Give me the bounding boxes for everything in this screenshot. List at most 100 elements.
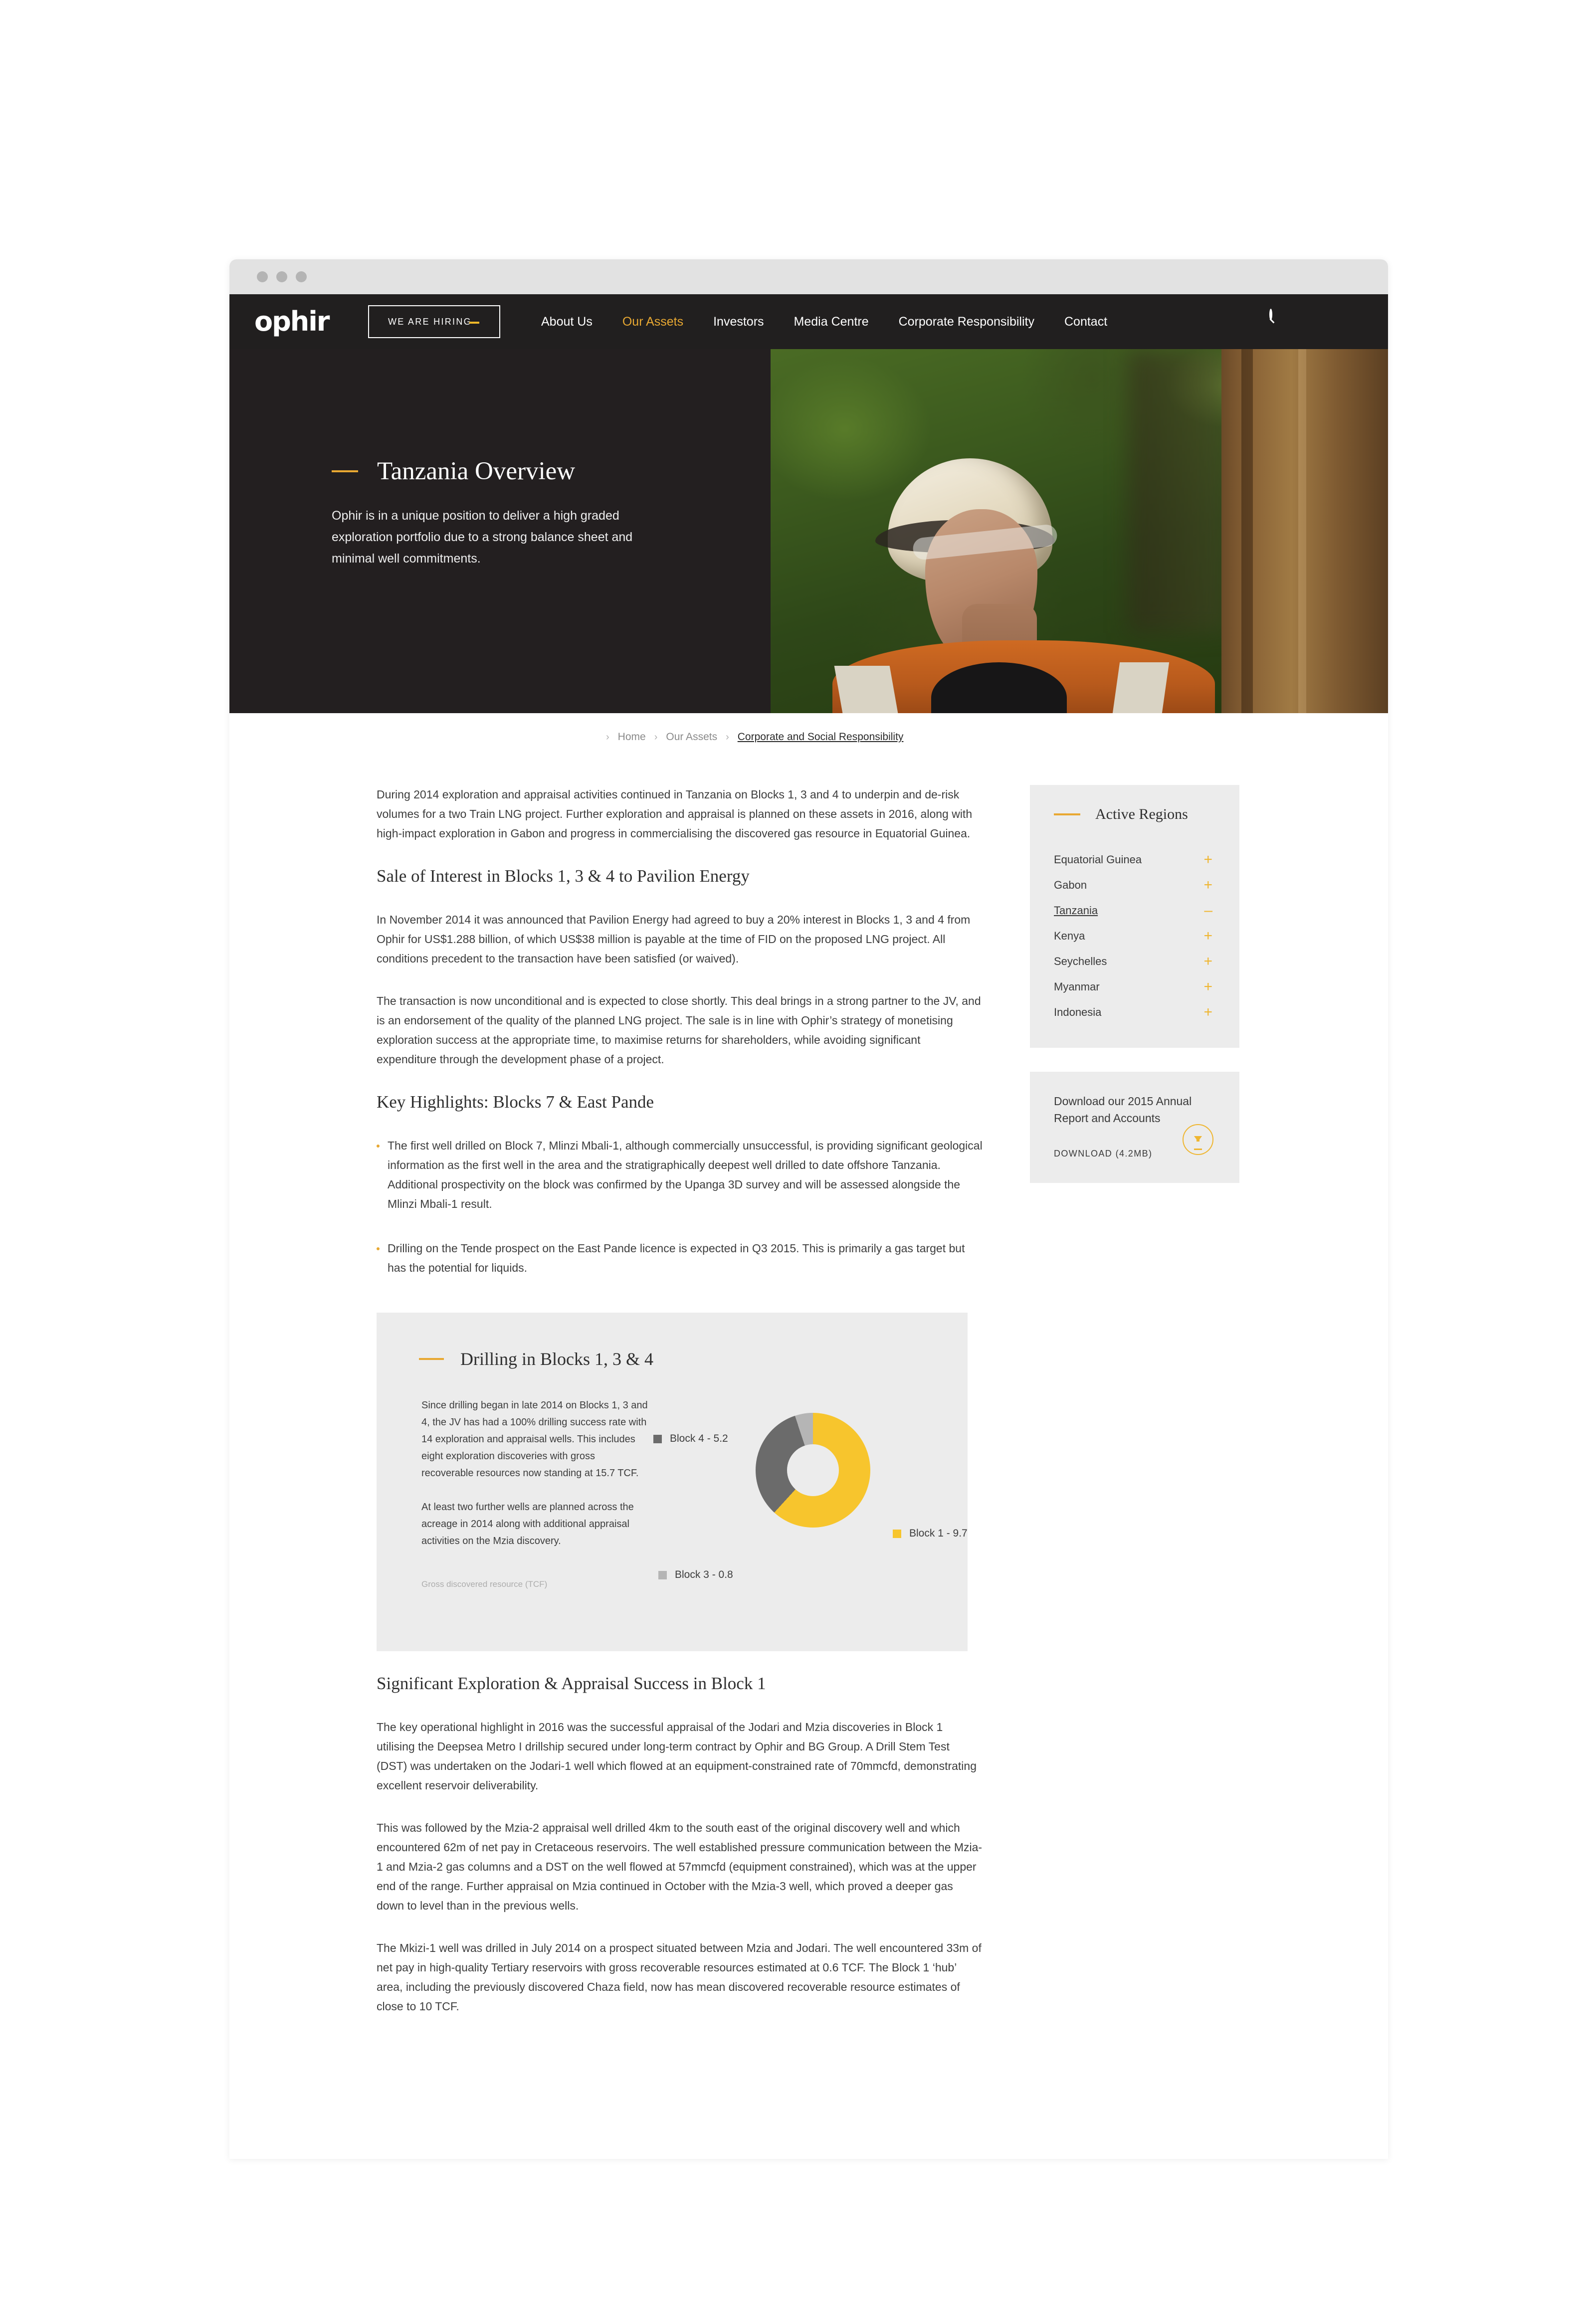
sale-paragraph-2: The transaction is now unconditional and… xyxy=(377,994,981,1066)
nav-item-contact[interactable]: Contact xyxy=(1064,315,1107,329)
legend-item-block-1: Block 1 - 9.7 xyxy=(893,1528,968,1540)
content-column: During 2014 exploration and appraisal ac… xyxy=(377,761,983,2039)
legend-swatch-block-3 xyxy=(658,1570,667,1579)
chart-panel: Drilling in Blocks 1, 3 & 4 Since drilli… xyxy=(377,1313,968,1651)
download-title: Download our 2015 Annual Report and Acco… xyxy=(1054,1095,1192,1125)
legend-item-block-4: Block 4 - 5.2 xyxy=(653,1433,728,1445)
we-are-hiring-button[interactable]: WE ARE HIRING xyxy=(368,305,500,338)
hero-subtitle: Ophir is in a unique position to deliver… xyxy=(332,509,633,566)
region-label: Seychelles xyxy=(1054,955,1107,967)
search-field[interactable] xyxy=(1267,309,1342,320)
regions-rule xyxy=(1054,813,1080,815)
window-close-dot[interactable] xyxy=(257,271,268,282)
nav-item-investors[interactable]: Investors xyxy=(713,315,764,329)
window-minimize-dot[interactable] xyxy=(276,271,287,282)
section-heading-significant: Significant Exploration & Appraisal Succ… xyxy=(377,1674,766,1693)
chart-body: Since drilling began in late 2014 on Blo… xyxy=(377,1397,968,1596)
browser-titlebar xyxy=(229,259,1388,294)
sale-paragraph-1: In November 2014 it was announced that P… xyxy=(377,913,971,965)
page-title: Tanzania Overview xyxy=(377,457,576,485)
sidebar-item-equatorial-guinea[interactable]: Equatorial Guinea + xyxy=(1030,847,1239,872)
section-heading-key-highlights: Key Highlights: Blocks 7 & East Pande xyxy=(377,1092,654,1112)
background-tree xyxy=(1129,349,1228,633)
sidebar-item-indonesia[interactable]: Indonesia + xyxy=(1030,999,1239,1025)
chart-caption: Gross discovered resource (TCF) xyxy=(421,1579,548,1589)
legend-swatch-block-4 xyxy=(653,1434,662,1443)
reflective-strip-right xyxy=(1113,662,1170,713)
search-icon[interactable] xyxy=(1269,309,1272,320)
hero-rule xyxy=(332,470,358,472)
worker-photo xyxy=(771,349,1388,713)
sidebar-item-myanmar[interactable]: Myanmar + xyxy=(1030,974,1239,999)
chart-description: Since drilling began in late 2014 on Blo… xyxy=(421,1397,648,1596)
active-regions-title: Active Regions xyxy=(1095,806,1188,822)
plus-icon[interactable]: + xyxy=(1203,928,1212,944)
chart-title-row: Drilling in Blocks 1, 3 & 4 xyxy=(419,1349,968,1369)
legend-swatch-block-1 xyxy=(893,1529,901,1538)
active-regions-card: Active Regions Equatorial Guinea + Gabon… xyxy=(1030,785,1239,1048)
nav-item-media-centre[interactable]: Media Centre xyxy=(794,315,869,329)
chevron-right-icon-1: › xyxy=(606,731,609,743)
active-regions-header: Active Regions xyxy=(1054,806,1239,823)
reflective-strip-left xyxy=(834,666,898,713)
hero-text-panel: Tanzania Overview Ophir is in a unique p… xyxy=(229,349,771,713)
minus-icon[interactable]: – xyxy=(1204,903,1212,918)
drill-pipe xyxy=(1221,349,1388,713)
donut-ring xyxy=(756,1413,870,1528)
plus-icon[interactable]: + xyxy=(1203,979,1212,994)
sidebar-item-seychelles[interactable]: Seychelles + xyxy=(1030,949,1239,974)
nav-item-corporate-responsibility[interactable]: Corporate Responsibility xyxy=(899,315,1034,329)
nav-item-about-us[interactable]: About Us xyxy=(541,315,593,329)
region-label: Indonesia xyxy=(1054,1005,1102,1018)
window-maximize-dot[interactable] xyxy=(296,271,307,282)
donut-hole xyxy=(787,1444,839,1496)
significant-paragraph-1: The key operational highlight in 2016 wa… xyxy=(377,1721,977,1792)
breadcrumb-item-our-assets[interactable]: Our Assets xyxy=(666,731,717,743)
legend-label-block-1: Block 1 - 9.7 xyxy=(909,1528,968,1539)
intro-paragraph: During 2014 exploration and appraisal ac… xyxy=(377,788,973,840)
region-label: Myanmar xyxy=(1054,980,1100,993)
significant-paragraph-2: This was followed by the Mzia-2 appraisa… xyxy=(377,1821,983,1912)
download-icon[interactable] xyxy=(1183,1124,1213,1155)
we-are-hiring-label: WE ARE HIRING xyxy=(388,316,472,327)
plus-icon[interactable]: + xyxy=(1203,877,1212,893)
chart-rule xyxy=(419,1358,444,1360)
sidebar-item-kenya[interactable]: Kenya + xyxy=(1030,923,1239,949)
chevron-right-icon-3: › xyxy=(726,731,729,743)
hero-title-row: Tanzania Overview xyxy=(332,457,575,486)
main-nav: About Us Our Assets Investors Media Cent… xyxy=(541,315,1107,329)
region-label: Kenya xyxy=(1054,929,1085,942)
section-heading-sale: Sale of Interest in Blocks 1, 3 & 4 to P… xyxy=(377,866,750,886)
browser-window: ophir WE ARE HIRING About Us Our Assets … xyxy=(229,259,1388,2159)
download-arrow-glyph xyxy=(1194,1136,1202,1150)
breadcrumb-item-home[interactable]: Home xyxy=(618,731,646,743)
chart-title: Drilling in Blocks 1, 3 & 4 xyxy=(460,1349,653,1369)
region-label: Gabon xyxy=(1054,878,1087,891)
list-item: Drilling on the Tende prospect on the Ea… xyxy=(377,1239,983,1278)
chart-paragraph-1: Since drilling began in late 2014 on Blo… xyxy=(421,1400,648,1479)
plus-icon[interactable]: + xyxy=(1203,954,1212,969)
significant-paragraph-3: The Mkizi-1 well was drilled in July 201… xyxy=(377,1941,982,2013)
legend-label-block-4: Block 4 - 5.2 xyxy=(670,1433,728,1444)
sidebar-item-tanzania[interactable]: Tanzania – xyxy=(1030,898,1239,923)
arrow-dash-icon xyxy=(469,322,479,324)
plus-icon[interactable]: + xyxy=(1203,1004,1212,1020)
main-content: During 2014 exploration and appraisal ac… xyxy=(229,761,1388,2159)
legend-item-block-3: Block 3 - 0.8 xyxy=(658,1569,733,1581)
nav-item-our-assets[interactable]: Our Assets xyxy=(622,315,683,329)
site-header: ophir WE ARE HIRING About Us Our Assets … xyxy=(229,294,1388,349)
download-card[interactable]: Download our 2015 Annual Report and Acco… xyxy=(1030,1072,1239,1183)
ophir-logo[interactable]: ophir xyxy=(254,308,334,335)
sidebar: Active Regions Equatorial Guinea + Gabon… xyxy=(1030,761,1239,2039)
plus-icon[interactable]: + xyxy=(1203,852,1212,867)
sidebar-item-gabon[interactable]: Gabon + xyxy=(1030,872,1239,898)
hero-banner: Tanzania Overview Ophir is in a unique p… xyxy=(229,349,1388,713)
hero-image xyxy=(771,349,1388,713)
region-label: Tanzania xyxy=(1054,904,1098,917)
region-label: Equatorial Guinea xyxy=(1054,853,1142,866)
breadcrumb-item-current[interactable]: Corporate and Social Responsibility xyxy=(738,731,904,743)
chart-paragraph-2: At least two further wells are planned a… xyxy=(421,1502,634,1546)
breadcrumb: › Home › Our Assets › Corporate and Soci… xyxy=(229,713,1388,761)
list-item: The first well drilled on Block 7, Mlinz… xyxy=(377,1136,983,1214)
donut-chart: Block 4 - 5.2 Block 3 - 0.8 Block 1 - 9.… xyxy=(648,1397,968,1596)
